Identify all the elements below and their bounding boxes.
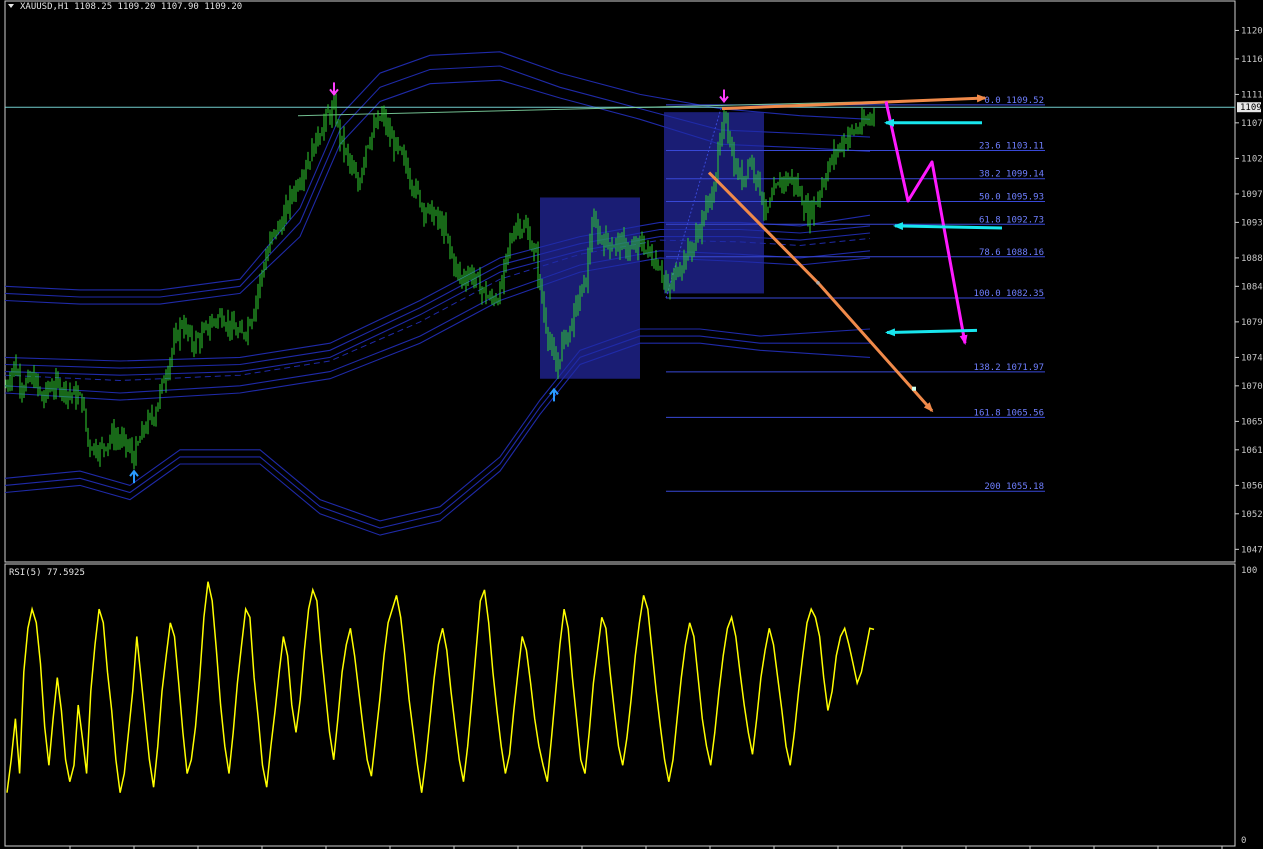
price-axis-label: 1097 [1241,190,1263,200]
fib-level-label: 61.8 1092.73 [979,215,1044,225]
price-axis-label: 1111 [1241,90,1263,100]
zone-1[interactable] [540,197,640,379]
trendline-end-handle[interactable] [912,386,916,391]
current-price-marker: 1109 [1237,102,1262,113]
price-axis-label: 1052 [1241,510,1263,520]
current-price-label: 1109 [1240,103,1262,113]
fib-level-label: 38.2 1099.14 [979,170,1044,180]
price-axis-label: 1074 [1241,353,1263,363]
cyan-arrow-2[interactable] [893,222,1003,231]
price-axis-label: 1120 [1241,26,1263,36]
fib-level-label: 50.0 1095.93 [979,193,1044,203]
trendline-anchor-dot[interactable] [816,280,820,285]
chart-window: 0.0 1109.52 23.6 1103.11 38.2 1099.14 50.0 … [0,0,1263,849]
price-axis-label: 1102 [1241,154,1263,164]
chart-title: XAUUSD,H1 1108.25 1109.20 1107.90 1109.2… [20,2,242,12]
cyan-arrow-3[interactable] [885,328,978,337]
fib-level-label: 23.6 1103.11 [979,141,1044,151]
fib-level-label: 100.0 1082.35 [974,289,1044,299]
price-axis-label: 1047 [1241,545,1263,555]
rsi-axis-label: 100 [1241,566,1257,576]
fib-level-label: 78.6 1088.16 [979,248,1044,258]
zone-2[interactable] [664,112,764,294]
price-axis-label: 1070 [1241,382,1263,392]
price-axis-label: 1084 [1241,282,1263,292]
price-axis-label: 1061 [1241,446,1263,456]
price-axis-label: 1107 [1241,119,1263,129]
chart-background [0,0,1263,849]
price-axis-label: 1116 [1241,55,1263,65]
price-axis-label: 1056 [1241,481,1263,491]
price-axis-label: 1079 [1241,318,1263,328]
rsi-title: RSI(5) 77.5925 [9,568,85,578]
fib-level-label: 161.8 1065.56 [974,408,1044,418]
rsi-axis-label: 0 [1241,836,1246,846]
fib-level-label: 0.0 1109.52 [984,96,1044,106]
price-axis-label: 1065 [1241,417,1263,427]
fib-level-label: 200 1055.18 [984,482,1044,492]
price-axis-label: 1093 [1241,218,1263,228]
fib-level-label: 138.2 1071.97 [974,363,1044,373]
price-axis-label: 1088 [1241,254,1263,264]
